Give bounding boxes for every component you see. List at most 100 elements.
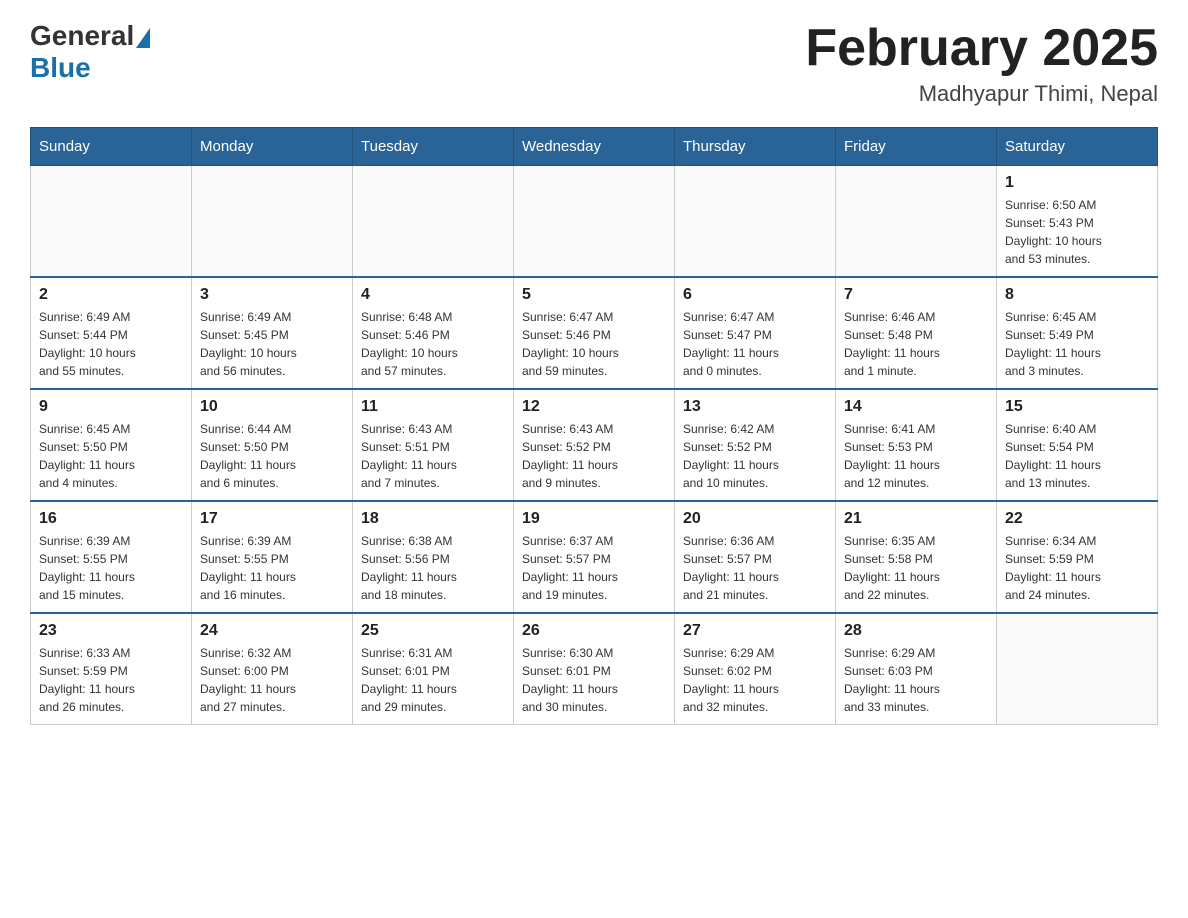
day-number: 12 (522, 398, 666, 416)
day-number: 26 (522, 622, 666, 640)
day-number: 13 (683, 398, 827, 416)
calendar-day-cell: 5 Sunrise: 6:47 AM Sunset: 5:46 PM Daylig… (514, 277, 675, 389)
day-info: Sunrise: 6:37 AM Sunset: 5:57 PM Dayligh… (522, 532, 666, 604)
day-number: 22 (1005, 510, 1149, 528)
calendar-week-row: 1Sunrise: 6:50 AM Sunset: 5:43 PM Daylig… (31, 166, 1158, 278)
logo-blue-text: Blue (30, 52, 91, 83)
day-number: 18 (361, 510, 505, 528)
day-info: Sunrise: 6:32 AM Sunset: 6:00 PM Dayligh… (200, 644, 344, 716)
calendar-day-cell: 19 Sunrise: 6:37 AM Sunset: 5:57 PM Dayli… (514, 501, 675, 613)
day-number: 19 (522, 510, 666, 528)
logo: General Blue (30, 20, 152, 84)
calendar-day-cell: 22 Sunrise: 6:34 AM Sunset: 5:59 PM Dayli… (997, 501, 1158, 613)
calendar-day-cell: 27 Sunrise: 6:29 AM Sunset: 6:02 PM Dayli… (675, 613, 836, 725)
day-info: Sunrise: 6:48 AM Sunset: 5:46 PM Dayligh… (361, 308, 505, 380)
day-info: Sunrise: 6:36 AM Sunset: 5:57 PM Dayligh… (683, 532, 827, 604)
day-number: 8 (1005, 286, 1149, 304)
day-info: Sunrise: 6:45 AM Sunset: 5:49 PM Dayligh… (1005, 308, 1149, 380)
calendar-day-cell (192, 166, 353, 278)
day-of-week-header: Monday (192, 128, 353, 166)
calendar-day-cell: 4 Sunrise: 6:48 AM Sunset: 5:46 PM Daylig… (353, 277, 514, 389)
calendar-day-cell (514, 166, 675, 278)
day-number: 10 (200, 398, 344, 416)
day-of-week-header: Thursday (675, 128, 836, 166)
calendar-week-row: 23 Sunrise: 6:33 AM Sunset: 5:59 PM Dayli… (31, 613, 1158, 725)
day-info: Sunrise: 6:33 AM Sunset: 5:59 PM Dayligh… (39, 644, 183, 716)
calendar-day-cell: 10 Sunrise: 6:44 AM Sunset: 5:50 PM Dayli… (192, 389, 353, 501)
day-number: 6 (683, 286, 827, 304)
day-info: Sunrise: 6:29 AM Sunset: 6:02 PM Dayligh… (683, 644, 827, 716)
calendar-day-cell: 20 Sunrise: 6:36 AM Sunset: 5:57 PM Dayli… (675, 501, 836, 613)
day-info: Sunrise: 6:49 AM Sunset: 5:45 PM Dayligh… (200, 308, 344, 380)
day-info: Sunrise: 6:47 AM Sunset: 5:47 PM Dayligh… (683, 308, 827, 380)
day-number: 2 (39, 286, 183, 304)
calendar-week-row: 16 Sunrise: 6:39 AM Sunset: 5:55 PM Dayli… (31, 501, 1158, 613)
day-info: Sunrise: 6:50 AM Sunset: 5:43 PM Dayligh… (1005, 196, 1149, 268)
day-number: 4 (361, 286, 505, 304)
title-section: February 2025 Madhyapur Thimi, Nepal (805, 20, 1158, 107)
calendar-table: SundayMondayTuesdayWednesdayThursdayFrid… (30, 127, 1158, 725)
calendar-day-cell: 21Sunrise: 6:35 AM Sunset: 5:58 PM Dayli… (836, 501, 997, 613)
day-of-week-header: Friday (836, 128, 997, 166)
calendar-day-cell: 28 Sunrise: 6:29 AM Sunset: 6:03 PM Dayli… (836, 613, 997, 725)
day-info: Sunrise: 6:47 AM Sunset: 5:46 PM Dayligh… (522, 308, 666, 380)
day-of-week-header: Wednesday (514, 128, 675, 166)
calendar-day-cell: 15 Sunrise: 6:40 AM Sunset: 5:54 PM Dayli… (997, 389, 1158, 501)
day-number: 3 (200, 286, 344, 304)
location-title: Madhyapur Thimi, Nepal (805, 81, 1158, 107)
day-number: 5 (522, 286, 666, 304)
logo-general-text: General (30, 20, 134, 52)
day-info: Sunrise: 6:31 AM Sunset: 6:01 PM Dayligh… (361, 644, 505, 716)
day-info: Sunrise: 6:29 AM Sunset: 6:03 PM Dayligh… (844, 644, 988, 716)
day-number: 20 (683, 510, 827, 528)
day-info: Sunrise: 6:30 AM Sunset: 6:01 PM Dayligh… (522, 644, 666, 716)
calendar-day-cell (31, 166, 192, 278)
calendar-day-cell: 2 Sunrise: 6:49 AM Sunset: 5:44 PM Daylig… (31, 277, 192, 389)
day-number: 21 (844, 510, 988, 528)
day-number: 17 (200, 510, 344, 528)
day-info: Sunrise: 6:39 AM Sunset: 5:55 PM Dayligh… (200, 532, 344, 604)
day-number: 24 (200, 622, 344, 640)
calendar-day-cell: 9Sunrise: 6:45 AM Sunset: 5:50 PM Daylig… (31, 389, 192, 501)
day-number: 7 (844, 286, 988, 304)
day-number: 15 (1005, 398, 1149, 416)
day-info: Sunrise: 6:40 AM Sunset: 5:54 PM Dayligh… (1005, 420, 1149, 492)
day-info: Sunrise: 6:34 AM Sunset: 5:59 PM Dayligh… (1005, 532, 1149, 604)
day-info: Sunrise: 6:42 AM Sunset: 5:52 PM Dayligh… (683, 420, 827, 492)
calendar-day-cell: 6 Sunrise: 6:47 AM Sunset: 5:47 PM Daylig… (675, 277, 836, 389)
calendar-day-cell: 12 Sunrise: 6:43 AM Sunset: 5:52 PM Dayli… (514, 389, 675, 501)
calendar-day-cell: 13 Sunrise: 6:42 AM Sunset: 5:52 PM Dayli… (675, 389, 836, 501)
calendar-day-cell: 11Sunrise: 6:43 AM Sunset: 5:51 PM Dayli… (353, 389, 514, 501)
day-info: Sunrise: 6:41 AM Sunset: 5:53 PM Dayligh… (844, 420, 988, 492)
day-of-week-header: Tuesday (353, 128, 514, 166)
calendar-day-cell (353, 166, 514, 278)
day-number: 11 (361, 398, 505, 416)
day-info: Sunrise: 6:44 AM Sunset: 5:50 PM Dayligh… (200, 420, 344, 492)
calendar-day-cell (836, 166, 997, 278)
calendar-day-cell: 7 Sunrise: 6:46 AM Sunset: 5:48 PM Daylig… (836, 277, 997, 389)
calendar-header-row: SundayMondayTuesdayWednesdayThursdayFrid… (31, 128, 1158, 166)
calendar-day-cell: 3 Sunrise: 6:49 AM Sunset: 5:45 PM Daylig… (192, 277, 353, 389)
calendar-day-cell: 14 Sunrise: 6:41 AM Sunset: 5:53 PM Dayli… (836, 389, 997, 501)
calendar-day-cell: 24 Sunrise: 6:32 AM Sunset: 6:00 PM Dayli… (192, 613, 353, 725)
day-info: Sunrise: 6:43 AM Sunset: 5:52 PM Dayligh… (522, 420, 666, 492)
day-number: 28 (844, 622, 988, 640)
day-number: 27 (683, 622, 827, 640)
calendar-day-cell: 26 Sunrise: 6:30 AM Sunset: 6:01 PM Dayli… (514, 613, 675, 725)
calendar-day-cell: 16 Sunrise: 6:39 AM Sunset: 5:55 PM Dayli… (31, 501, 192, 613)
day-info: Sunrise: 6:39 AM Sunset: 5:55 PM Dayligh… (39, 532, 183, 604)
day-number: 23 (39, 622, 183, 640)
calendar-day-cell: 1Sunrise: 6:50 AM Sunset: 5:43 PM Daylig… (997, 166, 1158, 278)
day-info: Sunrise: 6:38 AM Sunset: 5:56 PM Dayligh… (361, 532, 505, 604)
day-number: 14 (844, 398, 988, 416)
page-header: General Blue February 2025 Madhyapur Thi… (30, 20, 1158, 107)
day-of-week-header: Saturday (997, 128, 1158, 166)
day-info: Sunrise: 6:49 AM Sunset: 5:44 PM Dayligh… (39, 308, 183, 380)
day-info: Sunrise: 6:46 AM Sunset: 5:48 PM Dayligh… (844, 308, 988, 380)
logo-triangle-icon (136, 28, 150, 48)
calendar-day-cell: 8 Sunrise: 6:45 AM Sunset: 5:49 PM Daylig… (997, 277, 1158, 389)
day-of-week-header: Sunday (31, 128, 192, 166)
calendar-day-cell (997, 613, 1158, 725)
month-title: February 2025 (805, 20, 1158, 77)
day-number: 16 (39, 510, 183, 528)
